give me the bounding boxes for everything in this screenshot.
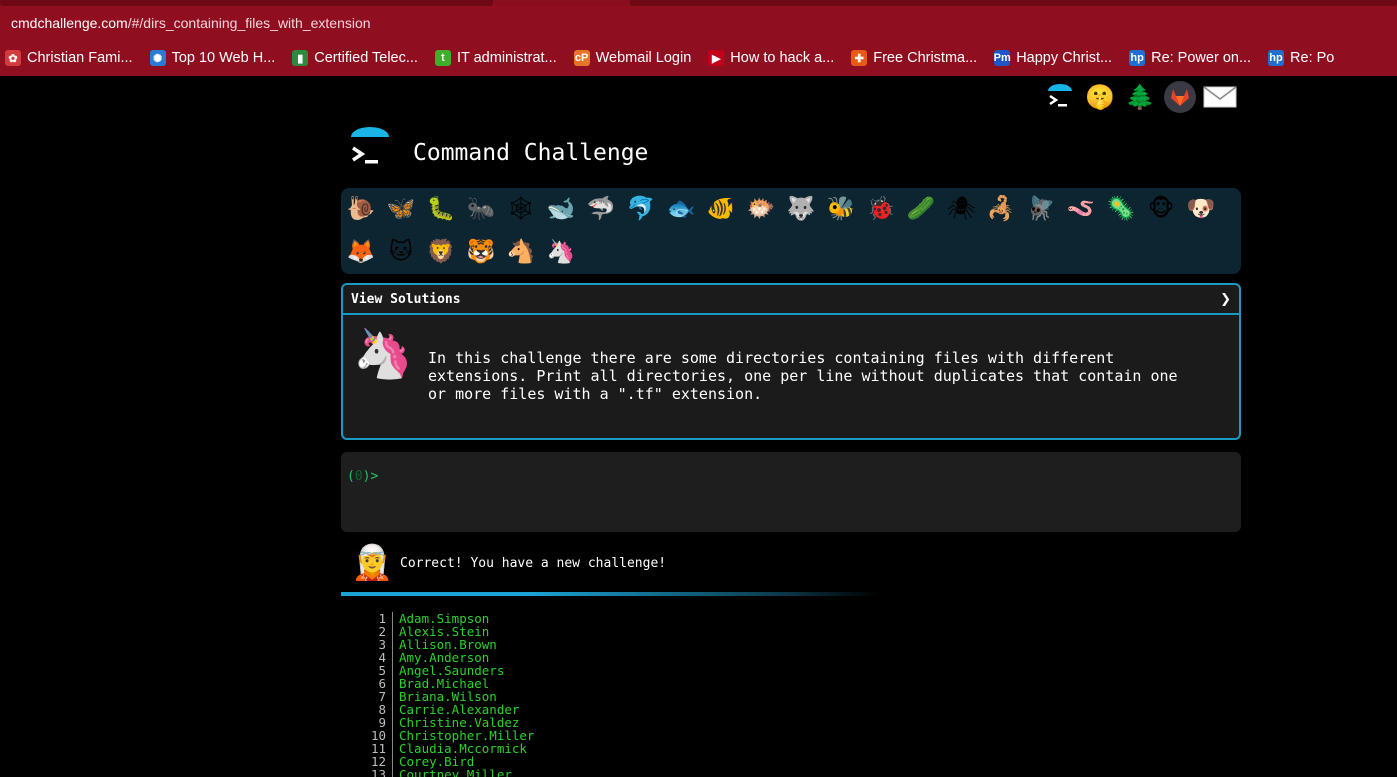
cucumber-icon[interactable]: 🥒 [903,192,939,226]
monkey-icon[interactable]: 🐵 [1143,192,1179,226]
command-output: 1 Adam.Simpson 2 Alexis.Stein 3 Allison.Brown… [355,612,755,777]
web-hosting-favicon: ✺ [149,50,166,66]
christmas-favicon: ✚ [851,50,868,66]
butterfly-icon[interactable]: 🦋 [383,192,419,226]
horse-icon[interactable]: 🐴 [503,235,539,269]
line-number: 7 [355,690,393,703]
url-host: cmdchallenge.com [11,15,128,31]
challenge-card: View Solutions ❯ 🦄 In this challenge the… [341,283,1241,440]
challenge-progress-panel: 🐌 🦋 🐛 🐜 🕸 🐋 🦈 🐬 🐟 🐠 🐡 🐺 🐝 🐞 🥒 🕷 🦂 🪰 🪱 🦠 🐵 🐶 🦊 🐱 🦁 🐯 🐴 🦄 [341,188,1241,274]
bookmark-item[interactable]: ▶ How to hack a... [708,50,834,66]
line-number: 4 [355,651,393,664]
lion-icon[interactable]: 🦁 [423,235,459,269]
microbe-icon[interactable]: 🦠 [1103,192,1139,226]
bookmark-item[interactable]: hp Re: Po [1268,50,1334,66]
bookmark-item[interactable]: Pm Happy Christ... [994,50,1112,66]
bookmark-label: Certified Telec... [314,50,418,66]
bookmark-label: Webmail Login [595,50,692,66]
christian-family-favicon: ✿ [5,50,21,66]
challenge-description: In this challenge there are some directo… [428,349,1178,403]
caterpillar-icon[interactable]: 🐛 [423,192,459,226]
whale-icon[interactable]: 🐋 [543,192,579,226]
fish-icon[interactable]: 🐟 [663,192,699,226]
line-number: 13 [355,768,393,777]
bookmark-label: Happy Christ... [1016,50,1113,66]
scorpion-icon[interactable]: 🦂 [983,192,1019,226]
line-number: 2 [355,625,393,638]
bookmark-item[interactable]: ✿ Christian Fami... [5,50,133,66]
hp-favicon: hp [1268,50,1285,66]
cpanel-favicon: cP [573,50,590,66]
terminal-prompt: (0)> [347,469,379,484]
unicorn-icon[interactable]: 🦄 [543,235,579,269]
spider-web-icon[interactable]: 🕸 [503,192,539,226]
dog-icon[interactable]: 🐶 [1183,192,1219,226]
spider-icon[interactable]: 🕷 [943,192,979,226]
chevron-right-icon: ❯ [1220,291,1231,307]
bookmark-label: Christian Fami... [27,50,133,66]
t-favicon: t [434,50,451,66]
elf-avatar-icon: 🧝 [351,543,394,583]
view-solutions-toggle[interactable]: View Solutions ❯ [343,285,1239,315]
status-message: Correct! You have a new challenge! [400,555,667,571]
line-number: 6 [355,677,393,690]
bookmark-item[interactable]: ✚ Free Christma... [851,50,977,66]
mail-icon[interactable] [1200,79,1240,115]
bookmark-item[interactable]: ✺ Top 10 Web H... [149,50,276,66]
hp-favicon: hp [1129,50,1146,66]
prompt-counter: 0 [354,469,363,484]
page-title: Command Challenge [413,140,649,166]
bookmarks-bar: ✿ Christian Fami... ✺ Top 10 Web H... ▮ Certi… [0,40,1397,76]
dolphin-icon[interactable]: 🐬 [623,192,659,226]
fly-icon[interactable]: 🪰 [1023,192,1059,226]
fox-icon[interactable]: 🦊 [343,235,379,269]
url-path: /#/dirs_containing_files_with_extension [127,15,371,31]
output-line: 13 Courtney.Miller [355,768,755,777]
status-area: 🧝 Correct! You have a new challenge! [351,541,666,585]
terminal-input[interactable]: (0)> [341,452,1241,532]
bookmark-item[interactable]: cP Webmail Login [573,50,692,66]
bookmark-label: Re: Po [1290,50,1335,66]
bee-icon[interactable]: 🐝 [823,192,859,226]
line-number: 8 [355,703,393,716]
line-number: 1 [355,612,393,625]
bookmark-label: IT administrat... [456,50,557,66]
address-bar[interactable]: cmdchallenge.com/#/dirs_containing_files… [0,6,1397,40]
worm-icon[interactable]: 🪱 [1063,192,1099,226]
cat-icon[interactable]: 🐱 [383,235,419,269]
unicorn-icon: 🦄 [353,326,413,382]
line-number: 5 [355,664,393,677]
bookmark-label: Free Christma... [873,50,978,66]
youtube-favicon: ▶ [708,50,725,66]
blowfish-icon[interactable]: 🐡 [743,192,779,226]
bookmark-label: Top 10 Web H... [171,50,276,66]
ladybug-icon[interactable]: 🐞 [863,192,899,226]
output-text: Courtney.Miller [399,767,512,777]
uae-flag-favicon: ▮ [292,50,309,66]
ant-icon[interactable]: 🐜 [463,192,499,226]
bookmark-label: How to hack a... [730,50,835,66]
bookmark-item[interactable]: t IT administrat... [434,50,557,66]
view-solutions-label: View Solutions [351,291,461,307]
snail-icon[interactable]: 🐌 [343,192,379,226]
terminal-icon[interactable] [1040,79,1080,115]
top-nav: 🤫 🌲 [1040,79,1240,115]
shark-icon[interactable]: 🦈 [583,192,619,226]
tiger-icon[interactable]: 🐯 [463,235,499,269]
wolf-icon[interactable]: 🐺 [783,192,819,226]
bookmark-item[interactable]: ▮ Certified Telec... [292,50,418,66]
shushing-face-icon[interactable]: 🤫 [1080,79,1120,115]
bookmark-item[interactable]: hp Re: Power on... [1129,50,1251,66]
url-text[interactable]: cmdchallenge.com/#/dirs_containing_files… [11,15,371,31]
bookmark-label: Re: Power on... [1151,50,1252,66]
logo-icon [348,126,394,172]
christmas-tree-icon[interactable]: 🌲 [1120,79,1160,115]
tropical-fish-icon[interactable]: 🐠 [703,192,739,226]
line-number: 3 [355,638,393,651]
progress-divider [341,592,881,596]
pm-favicon: Pm [993,50,1011,66]
gitlab-icon[interactable] [1164,81,1196,113]
